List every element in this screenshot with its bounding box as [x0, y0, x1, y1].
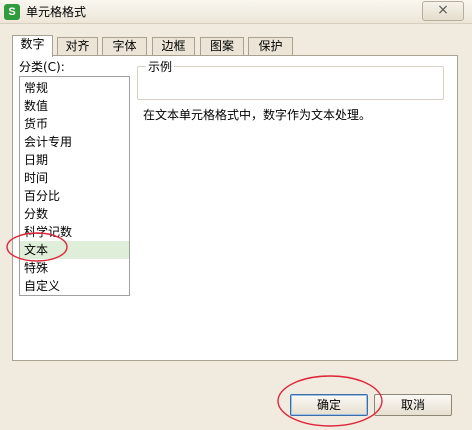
tab-protection[interactable]: 保护 [248, 37, 293, 56]
tab-pattern[interactable]: 图案 [200, 37, 244, 56]
tab-font[interactable]: 字体 [102, 37, 147, 56]
category-item-currency[interactable]: 货币 [20, 115, 129, 133]
category-item-number[interactable]: 数值 [20, 97, 129, 115]
dialog-title: 单元格格式 [26, 5, 87, 19]
category-item-custom[interactable]: 自定义 [20, 277, 129, 295]
category-item-time[interactable]: 时间 [20, 169, 129, 187]
category-item-general[interactable]: 常规 [20, 79, 129, 97]
category-item-text[interactable]: 文本 [20, 241, 129, 259]
category-label: 分类(C): [19, 60, 65, 74]
category-item-date[interactable]: 日期 [20, 151, 129, 169]
tab-border[interactable]: 边框 [152, 37, 195, 56]
category-item-special[interactable]: 特殊 [20, 259, 129, 277]
app-icon: S [4, 4, 20, 20]
close-button[interactable]: × [422, 1, 464, 21]
category-item-accounting[interactable]: 会计专用 [20, 133, 129, 151]
number-tab-panel: 分类(C): 常规 数值 货币 会计专用 日期 时间 百分比 分数 科学记数 文… [12, 55, 458, 361]
format-description: 在文本单元格格式中，数字作为文本处理。 [143, 108, 372, 122]
title-bar: S 单元格格式 × [0, 0, 472, 24]
sample-box [137, 66, 444, 100]
category-listbox[interactable]: 常规 数值 货币 会计专用 日期 时间 百分比 分数 科学记数 文本 特殊 自定… [19, 76, 130, 296]
category-item-percentage[interactable]: 百分比 [20, 187, 129, 205]
sample-title: 示例 [146, 60, 175, 74]
cancel-button[interactable]: 取消 [374, 394, 452, 416]
ok-button[interactable]: 确定 [290, 394, 368, 416]
tab-number[interactable]: 数字 [12, 35, 53, 57]
category-item-fraction[interactable]: 分数 [20, 205, 129, 223]
tab-alignment[interactable]: 对齐 [57, 37, 98, 56]
category-item-scientific[interactable]: 科学记数 [20, 223, 129, 241]
